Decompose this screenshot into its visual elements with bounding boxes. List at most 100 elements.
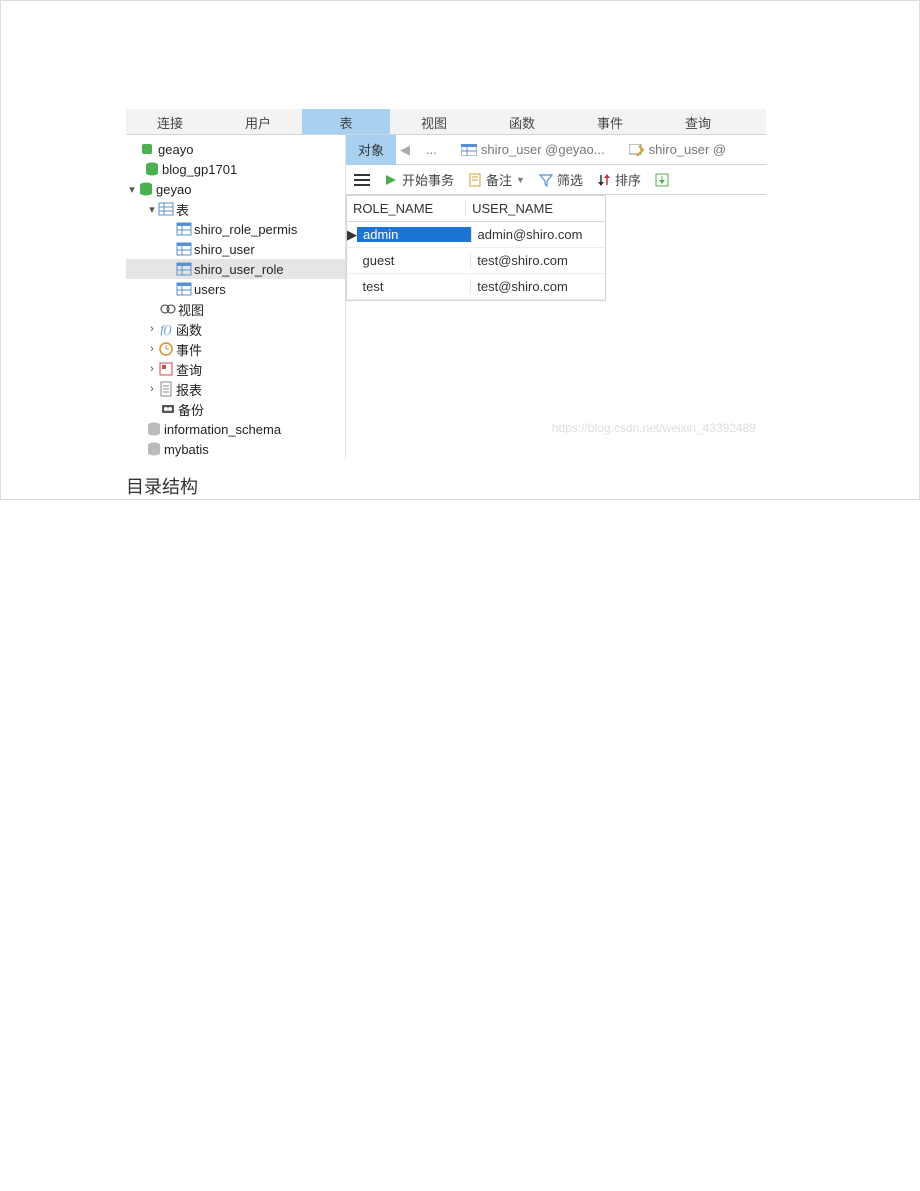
tree-connection[interactable]: geayo: [126, 139, 345, 159]
tree-db[interactable]: information_schema: [126, 419, 345, 439]
table-group-icon: [158, 201, 174, 217]
expand-icon[interactable]: ›: [146, 363, 158, 375]
tree-events[interactable]: › 事件: [126, 339, 345, 359]
menu-query[interactable]: 查询: [654, 109, 742, 134]
tab-objects[interactable]: 对象: [346, 135, 396, 165]
cell[interactable]: admin@shiro.com: [472, 227, 605, 242]
tree-queries[interactable]: › 查询: [126, 359, 345, 379]
database-icon: [144, 161, 160, 177]
grid-row[interactable]: ▶ admin admin@shiro.com: [347, 222, 605, 248]
tree-label: 查询: [176, 360, 202, 379]
tab-back-icon[interactable]: ◀: [396, 142, 414, 158]
tree-label: shiro_role_permis: [194, 222, 297, 237]
sidebar-tree[interactable]: geayo blog_gp1701 ▾ geyao: [126, 135, 346, 459]
button-label: 排序: [615, 170, 641, 189]
filter-button[interactable]: 筛选: [539, 170, 583, 189]
play-icon: [384, 173, 398, 187]
expand-icon[interactable]: ›: [146, 323, 158, 335]
collapse-icon[interactable]: ▾: [126, 183, 138, 196]
tree-tables-group[interactable]: ▾ 表: [126, 199, 345, 219]
button-label: 筛选: [557, 170, 583, 189]
tree-label: information_schema: [164, 422, 281, 437]
tab-truncated[interactable]: ...: [414, 135, 449, 165]
tabbar: 对象 ◀ ... shiro_user @geyao... shiro_user: [346, 135, 766, 165]
tree-db[interactable]: mybatis: [126, 439, 345, 459]
database-icon: [138, 181, 154, 197]
tree-label: 备份: [178, 400, 204, 419]
tree-functions[interactable]: › f() 函数: [126, 319, 345, 339]
tree-label: blog_gp1701: [162, 162, 237, 177]
cell[interactable]: test: [357, 279, 472, 294]
row-pointer-icon: ▶: [347, 227, 357, 243]
grid-row[interactable]: test test@shiro.com: [347, 274, 605, 300]
tree-table[interactable]: users: [126, 279, 345, 299]
tree-label: 函数: [176, 320, 202, 339]
tree-reports[interactable]: › 报表: [126, 379, 345, 399]
tree-label: 事件: [176, 340, 202, 359]
menu-user[interactable]: 用户: [214, 109, 302, 134]
tree-label: geayo: [158, 142, 193, 157]
table-icon: [176, 261, 192, 277]
menu-table[interactable]: 表: [302, 109, 390, 134]
start-transaction-button[interactable]: 开始事务: [384, 170, 454, 189]
menubar: 连接 用户 表 视图 函数 事件 查询: [126, 109, 766, 135]
menu-function[interactable]: 函数: [478, 109, 566, 134]
sort-button[interactable]: 排序: [597, 170, 641, 189]
tab-label: shiro_user @: [649, 142, 727, 157]
database-icon: [146, 421, 162, 437]
tab-shiro-user-2[interactable]: shiro_user @: [617, 135, 739, 165]
tree-backups[interactable]: 备份: [126, 399, 345, 419]
tree-label: 报表: [176, 380, 202, 399]
tree-db[interactable]: blog_gp1701: [126, 159, 345, 179]
memo-icon: [468, 173, 482, 187]
connection-icon: [140, 141, 156, 157]
cell[interactable]: test@shiro.com: [471, 279, 605, 294]
watermark: https://blog.csdn.net/weixin_43392489: [346, 421, 766, 435]
menu-view[interactable]: 视图: [390, 109, 478, 134]
tree-label: users: [194, 282, 226, 297]
cell[interactable]: test@shiro.com: [471, 253, 605, 268]
table-icon: [461, 144, 477, 156]
toolbar: 开始事务 备注 ▼ 筛选: [346, 165, 766, 195]
button-label: 备注: [486, 170, 512, 189]
tab-label: shiro_user @geyao...: [481, 142, 605, 157]
menu-connect[interactable]: 连接: [126, 109, 214, 134]
function-icon: f(): [158, 321, 174, 337]
data-grid[interactable]: ROLE_NAME USER_NAME ▶ admin admin@shiro.…: [346, 195, 606, 301]
menu-burger-icon[interactable]: [354, 173, 370, 187]
views-icon: [160, 301, 176, 317]
column-header[interactable]: USER_NAME: [466, 201, 605, 216]
tree-label: shiro_user: [194, 242, 255, 257]
query-icon: [158, 361, 174, 377]
expand-icon[interactable]: ›: [146, 343, 158, 355]
cell[interactable]: admin: [357, 227, 472, 242]
app-window: 连接 用户 表 视图 函数 事件 查询 geayo: [126, 109, 766, 459]
tab-shiro-user-1[interactable]: shiro_user @geyao...: [449, 135, 617, 165]
tree-label: shiro_user_role: [194, 262, 284, 277]
tree-table-selected[interactable]: shiro_user_role: [126, 259, 345, 279]
caption: 目录结构: [126, 473, 919, 499]
expand-icon[interactable]: ›: [146, 383, 158, 395]
tree-label: mybatis: [164, 442, 209, 457]
button-label: 开始事务: [402, 170, 454, 189]
filter-icon: [539, 173, 553, 187]
tree-views[interactable]: 视图: [126, 299, 345, 319]
main-pane: 对象 ◀ ... shiro_user @geyao... shiro_user: [346, 135, 766, 459]
memo-button[interactable]: 备注 ▼: [468, 170, 525, 189]
import-button[interactable]: [655, 173, 669, 187]
tree-table[interactable]: shiro_role_permis: [126, 219, 345, 239]
collapse-icon[interactable]: ▾: [146, 203, 158, 216]
tree-db[interactable]: ▾ geyao: [126, 179, 345, 199]
clock-icon: [158, 341, 174, 357]
menu-event[interactable]: 事件: [566, 109, 654, 134]
sort-icon: [597, 173, 611, 187]
report-icon: [158, 381, 174, 397]
database-icon: [146, 441, 162, 457]
grid-row[interactable]: guest test@shiro.com: [347, 248, 605, 274]
tree-label: 表: [176, 200, 189, 219]
column-header[interactable]: ROLE_NAME: [347, 201, 466, 216]
cell[interactable]: guest: [357, 253, 472, 268]
backup-icon: [160, 401, 176, 417]
tree-table[interactable]: shiro_user: [126, 239, 345, 259]
grid-header-row: ROLE_NAME USER_NAME: [347, 196, 605, 222]
